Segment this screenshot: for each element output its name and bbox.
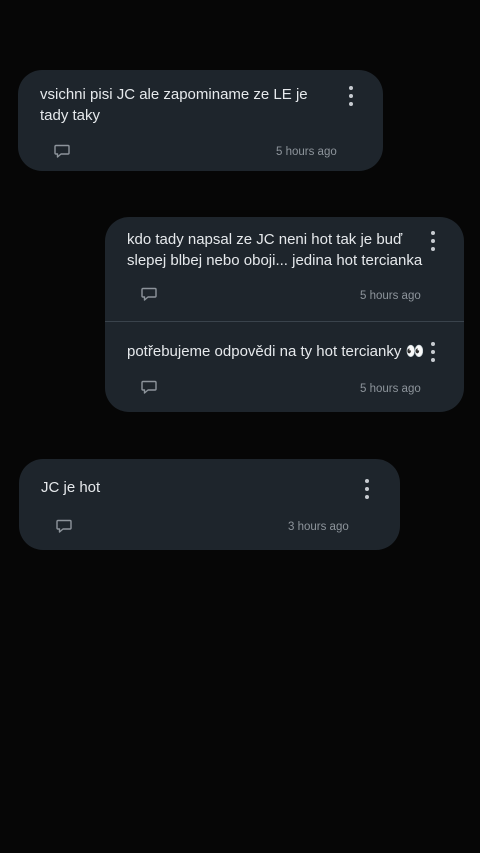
timestamp: 3 hours ago bbox=[288, 521, 349, 533]
comment-bubble-icon[interactable] bbox=[56, 519, 72, 533]
more-vertical-icon[interactable] bbox=[430, 231, 436, 251]
more-vertical-icon[interactable] bbox=[348, 86, 354, 106]
comment-bubble-icon[interactable] bbox=[54, 144, 70, 158]
message-text: JC je hot bbox=[41, 479, 101, 496]
message-text: potřebujeme odpovědi na ty hot tercianky… bbox=[127, 343, 425, 360]
message-text: kdo tady napsal ze JC neni hot tak je bu… bbox=[127, 231, 423, 269]
more-vertical-icon[interactable] bbox=[364, 479, 370, 499]
message-card: kdo tady napsal ze JC neni hot tak je bu… bbox=[105, 217, 464, 412]
timestamp: 5 hours ago bbox=[360, 290, 421, 302]
timestamp: 5 hours ago bbox=[360, 383, 421, 395]
divider bbox=[105, 321, 464, 322]
message-card: JC je hot 3 hours ago bbox=[19, 459, 400, 550]
message-text: vsichni pisi JC ale zapominame ze LE je … bbox=[40, 86, 308, 124]
message-card: vsichni pisi JC ale zapominame ze LE je … bbox=[18, 70, 383, 171]
comment-bubble-icon[interactable] bbox=[141, 380, 157, 394]
more-vertical-icon[interactable] bbox=[430, 342, 436, 362]
timestamp: 5 hours ago bbox=[276, 146, 337, 158]
comment-bubble-icon[interactable] bbox=[141, 287, 157, 301]
